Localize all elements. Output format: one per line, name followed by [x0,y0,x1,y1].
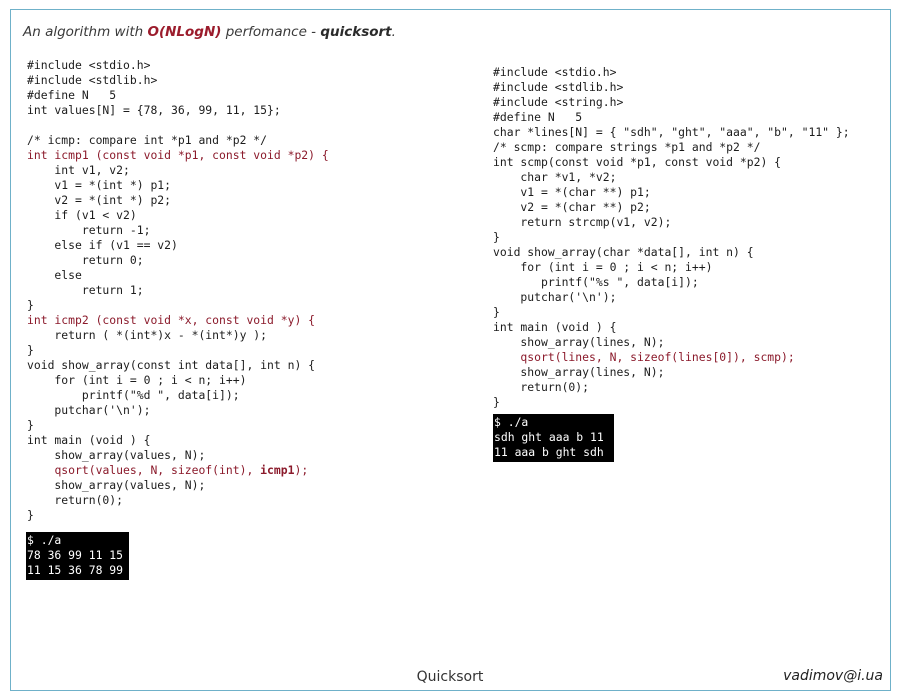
code-line: } [27,418,34,432]
code-line: v2 = *(int *) p2; [27,193,172,207]
code-line: int main (void ) { [27,433,151,447]
code-line: if (v1 < v2) [27,208,137,222]
qsort-call-line: qsort(lines, N, sizeof(lines[0]), scmp); [493,350,795,364]
code-line: #include <stdio.h> [493,65,617,79]
code-line: void show_array(const int data[], int n)… [27,358,316,372]
left-code-block: #include <stdio.h> #include <stdlib.h> #de… [27,58,329,523]
title-algorithm: quicksort [320,24,392,40]
code-line: char *v1, *v2; [493,170,617,184]
code-line: show_array(values, N); [27,478,206,492]
code-line: } [493,395,500,409]
terminal-line: $ ./a [494,415,529,429]
code-line: #include <stdio.h> [27,58,151,72]
code-line: v1 = *(char **) p1; [493,185,651,199]
code-line: putchar('\n'); [493,290,617,304]
code-line: return(0); [27,493,124,507]
code-line: /* scmp: compare strings *p1 and *p2 */ [493,140,761,154]
code-line: } [493,230,500,244]
code-line: } [493,305,500,319]
code-line: char *lines[N] = { "sdh", "ght", "aaa", … [493,125,850,139]
code-line: int scmp(const void *p1, const void *p2)… [493,155,782,169]
code-line: v2 = *(char **) p2; [493,200,651,214]
code-line: return strcmp(v1, v2); [493,215,672,229]
code-line: v1 = *(int *) p1; [27,178,172,192]
footer-title: Quicksort [416,669,484,685]
code-line: return -1; [27,223,151,237]
title-complexity: O(NLogN) [147,24,222,40]
code-line: else [27,268,82,282]
code-line: #define N 5 [493,110,583,124]
terminal-line: 11 aaa b ght sdh [494,445,604,459]
code-line: return 1; [27,283,144,297]
code-line: else if (v1 == v2) [27,238,178,252]
code-line: show_array(values, N); [27,448,206,462]
code-line: for (int i = 0 ; i < n; i++) [493,260,713,274]
code-line: int icmp2 (const void *x, const void *y)… [27,313,316,327]
code-line: printf("%s ", data[i]); [493,275,699,289]
qsort-comparator: icmp1 [260,463,295,477]
code-line: } [27,508,34,522]
code-line: int values[N] = {78, 36, 99, 11, 15}; [27,103,281,117]
code-line: putchar('\n'); [27,403,151,417]
qsort-call: qsort(values, N, sizeof(int), [54,463,261,477]
left-terminal-output: $ ./a 78 36 99 11 15 11 15 36 78 99 [26,532,129,580]
code-line: return 0; [27,253,144,267]
code-line: #include <stdlib.h> [27,73,158,87]
right-code-block: #include <stdio.h> #include <stdlib.h> #in… [493,65,850,410]
code-line: } [27,343,34,357]
code-line: int icmp1 (const void *p1, const void *p… [27,148,329,162]
right-terminal-output: $ ./a sdh ght aaa b 11 11 aaa b ght sdh [493,414,614,462]
code-line: return ( *(int*)x - *(int*)y ); [27,328,268,342]
qsort-call-end: ); [294,463,309,477]
code-line: /* icmp: compare int *p1 and *p2 */ [27,133,268,147]
code-line: #include <string.h> [493,95,624,109]
code-line: printf("%d ", data[i]); [27,388,240,402]
terminal-line: 11 15 36 78 99 [27,563,124,577]
code-line: show_array(lines, N); [493,335,665,349]
code-line: return(0); [493,380,590,394]
code-line: void show_array(char *data[], int n) { [493,245,754,259]
code-line: #define N 5 [27,88,117,102]
terminal-line: $ ./a [27,533,62,547]
code-line: #include <stdlib.h> [493,80,624,94]
title-prefix: An algorithm with [23,24,148,40]
code-line: } [27,298,34,312]
title-middle: perfomance - [221,24,321,40]
qsort-call-line: qsort(values, N, sizeof(int), icmp1); [27,463,329,478]
title-suffix: . [391,24,396,40]
code-line: show_array(lines, N); [493,365,665,379]
code-line: for (int i = 0 ; i < n; i++) [27,373,247,387]
slide-title: An algorithm with O(NLogN) perfomance - … [23,24,396,40]
code-line: int main (void ) { [493,320,617,334]
code-line: int v1, v2; [27,163,130,177]
footer-author: vadimov@i.ua [783,668,883,684]
terminal-line: 78 36 99 11 15 [27,548,124,562]
terminal-line: sdh ght aaa b 11 [494,430,604,444]
